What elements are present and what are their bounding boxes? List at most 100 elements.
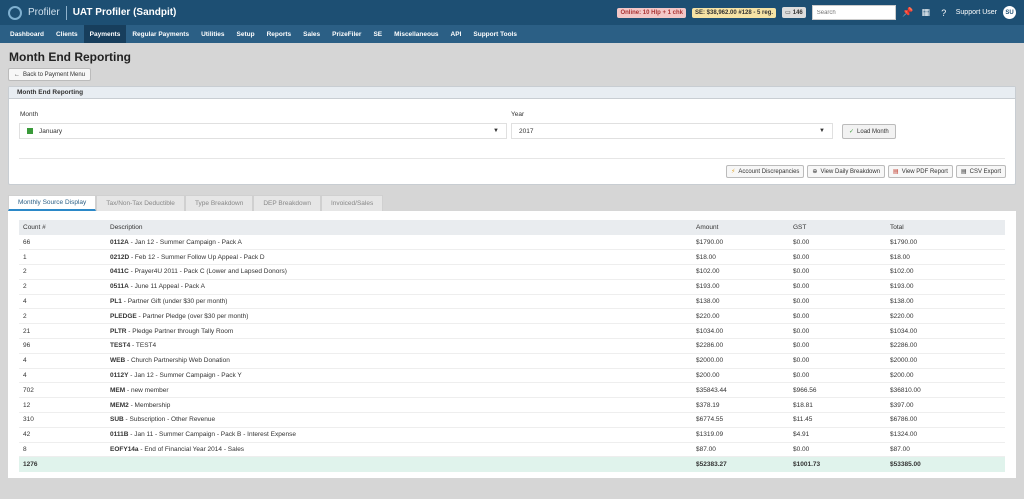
nav-api[interactable]: API: [445, 25, 468, 43]
description-cell: MEM - new member: [106, 382, 692, 399]
table-row[interactable]: 66 0112A - Jan 12 - Summer Campaign - Pac…: [19, 235, 1005, 251]
description-cell: 0111B - Jan 11 - Summer Campaign - Pack …: [106, 427, 692, 443]
tab-invoiced-sales[interactable]: Invoiced/Sales: [320, 195, 384, 211]
count-badge[interactable]: ▭ 146: [782, 7, 806, 18]
column-header-gst[interactable]: GST: [789, 220, 886, 235]
tab-tax-non-tax-deductible[interactable]: Tax/Non-Tax Deductible: [96, 195, 185, 211]
total-cell: $102.00: [886, 264, 1005, 280]
load-month-label: Load Month: [857, 128, 889, 135]
source-code: 0112A: [110, 238, 129, 246]
back-button[interactable]: ← Back to Payment Menu: [8, 68, 92, 81]
help-icon[interactable]: ?: [938, 8, 950, 18]
column-header-amount[interactable]: Amount: [692, 220, 789, 235]
table-row[interactable]: 12 MEM2 - Membership $378.19 $18.81 $397.00: [19, 397, 1005, 414]
column-header-total[interactable]: Total: [886, 220, 1005, 235]
gst-cell: $0.00: [789, 308, 886, 325]
source-code: EOFY14a: [110, 446, 139, 454]
table-row[interactable]: 21 PLTR - Pledge Partner through Tally Ro…: [19, 323, 1005, 340]
pin-icon[interactable]: 📌: [902, 7, 914, 18]
view-daily-breakdown-label: View Daily Breakdown: [820, 168, 881, 175]
source-code: MEM2: [110, 401, 129, 409]
main-content: Month End Reporting ← Back to Payment Me…: [0, 43, 1024, 499]
table-row[interactable]: 1 0212D - Feb 12 - Summer Follow Up Appea…: [19, 249, 1005, 266]
source-code: PL1: [110, 298, 122, 306]
table-row[interactable]: 2 PLEDGE - Partner Pledge (over $30 per m…: [19, 308, 1005, 325]
nav-support-tools[interactable]: Support Tools: [467, 25, 523, 43]
table-row[interactable]: 4 PL1 - Partner Gift (under $30 per month…: [19, 294, 1005, 310]
brand-name[interactable]: Profiler: [28, 7, 60, 18]
table-row[interactable]: 8 EOFY14a - End of Financial Year 2014 - …: [19, 442, 1005, 458]
csv-export-button[interactable]: ▤ CSV Export: [955, 165, 1006, 178]
nav-utilities[interactable]: Utilities: [195, 25, 230, 43]
user-name[interactable]: Support User: [956, 9, 997, 16]
column-header-description[interactable]: Description: [106, 220, 692, 235]
nav-dashboard[interactable]: Dashboard: [4, 25, 50, 43]
source-description: - Jan 12 - Summer Campaign - Pack A: [128, 238, 242, 246]
table-header-row: Count # Description Amount GST Total: [19, 220, 1005, 235]
table-row[interactable]: 2 0411C - Prayer4U 2011 - Pack C (Lower a…: [19, 264, 1005, 280]
load-month-button[interactable]: ✓ Load Month: [842, 124, 896, 139]
profiler-logo-icon[interactable]: [8, 5, 22, 20]
source-code: TEST4: [110, 342, 131, 350]
account-discrepancies-label: Account Discrepancies: [738, 168, 800, 175]
nav-sales[interactable]: Sales: [297, 25, 326, 43]
source-code: 0111B: [110, 431, 129, 439]
table-row[interactable]: 96 TEST4 - TEST4 $2286.00 $0.00 $2286.00: [19, 338, 1005, 354]
gst-cell: $18.81: [789, 397, 886, 414]
count-cell: 702: [19, 382, 106, 399]
nav-prizefiler[interactable]: PrizeFiler: [326, 25, 367, 43]
total-cell: $1324.00: [886, 427, 1005, 443]
pdf-icon: ▤: [893, 169, 899, 175]
source-description: - Jan 12 - Summer Campaign - Pack Y: [128, 372, 242, 380]
source-code: SUB: [110, 416, 124, 424]
month-select[interactable]: January ▼: [19, 123, 507, 139]
total-cell: $18.00: [886, 249, 1005, 266]
tab-type-breakdown[interactable]: Type Breakdown: [184, 195, 254, 211]
nav-clients[interactable]: Clients: [50, 25, 84, 43]
amount-cell: $1034.00: [692, 323, 789, 340]
table-row[interactable]: 42 0111B - Jan 11 - Summer Campaign - Pac…: [19, 427, 1005, 443]
online-badge[interactable]: Online: 10 Hlp + 1 chk: [617, 7, 686, 18]
source-description: - End of Financial Year 2014 - Sales: [138, 446, 245, 454]
tab-dep-breakdown[interactable]: DEP Breakdown: [253, 195, 321, 211]
table-row[interactable]: 2 0511A - June 11 Appeal - Pack A $193.00 $…: [19, 279, 1005, 295]
avatar[interactable]: SU: [1003, 6, 1016, 19]
column-header-count[interactable]: Count #: [19, 220, 106, 235]
table-row[interactable]: 702 MEM - new member $35843.44 $966.56 $3681…: [19, 382, 1005, 399]
amount-cell: $35843.44: [692, 382, 789, 399]
se-badge[interactable]: SE: $38,962.00 #128 - 5 reg.: [692, 7, 777, 18]
nav-regular-payments[interactable]: Regular Payments: [126, 25, 195, 43]
gst-cell: $966.56: [789, 382, 886, 399]
nav-setup[interactable]: Setup: [231, 25, 261, 43]
table-row[interactable]: 4 0112Y - Jan 12 - Summer Campaign - Pack…: [19, 368, 1005, 384]
nav-se[interactable]: SE: [367, 25, 388, 43]
account-discrepancies-button[interactable]: ⚡ Account Discrepancies: [726, 165, 805, 178]
nav-miscellaneous[interactable]: Miscellaneous: [388, 25, 444, 43]
nav-payments[interactable]: Payments: [83, 25, 127, 43]
gst-cell: $4.91: [789, 427, 886, 443]
count-cell: 2: [19, 308, 106, 325]
table-row[interactable]: 4 WEB - Church Partnership Web Donation $2…: [19, 353, 1005, 369]
source-description: - Partner Gift (under $30 per month): [121, 298, 228, 306]
panel-title: Month End Reporting: [9, 87, 1015, 99]
year-select[interactable]: 2017 ▼: [511, 123, 833, 139]
view-daily-breakdown-button[interactable]: ⊕ View Daily Breakdown: [807, 165, 886, 178]
source-description: - Subscription - Other Revenue: [123, 416, 216, 424]
calendar-icon[interactable]: ▦: [920, 7, 932, 18]
amount-cell: $1319.09: [692, 427, 789, 443]
amount-cell: $1790.00: [692, 235, 789, 251]
nav-reports[interactable]: Reports: [261, 25, 298, 43]
gst-cell: $0.00: [789, 353, 886, 369]
total-count-cell: 1276: [19, 456, 106, 472]
search-input[interactable]: [811, 5, 896, 20]
table-row[interactable]: 310 SUB - Subscription - Other Revenue $67…: [19, 412, 1005, 428]
report-panel: Month End Reporting Month January ▼ Year…: [8, 86, 1016, 185]
source-description: - June 11 Appeal - Pack A: [128, 283, 205, 291]
tab-monthly-source-display[interactable]: Monthly Source Display: [8, 195, 97, 211]
count-cell: 21: [19, 323, 106, 340]
total-cell: $1790.00: [886, 235, 1005, 251]
gst-cell: $0.00: [789, 442, 886, 458]
view-pdf-report-button[interactable]: ▤ View PDF Report: [888, 165, 953, 178]
amount-cell: $193.00: [692, 279, 789, 295]
top-bar: Profiler UAT Profiler (Sandpit) Online: …: [0, 0, 1024, 25]
